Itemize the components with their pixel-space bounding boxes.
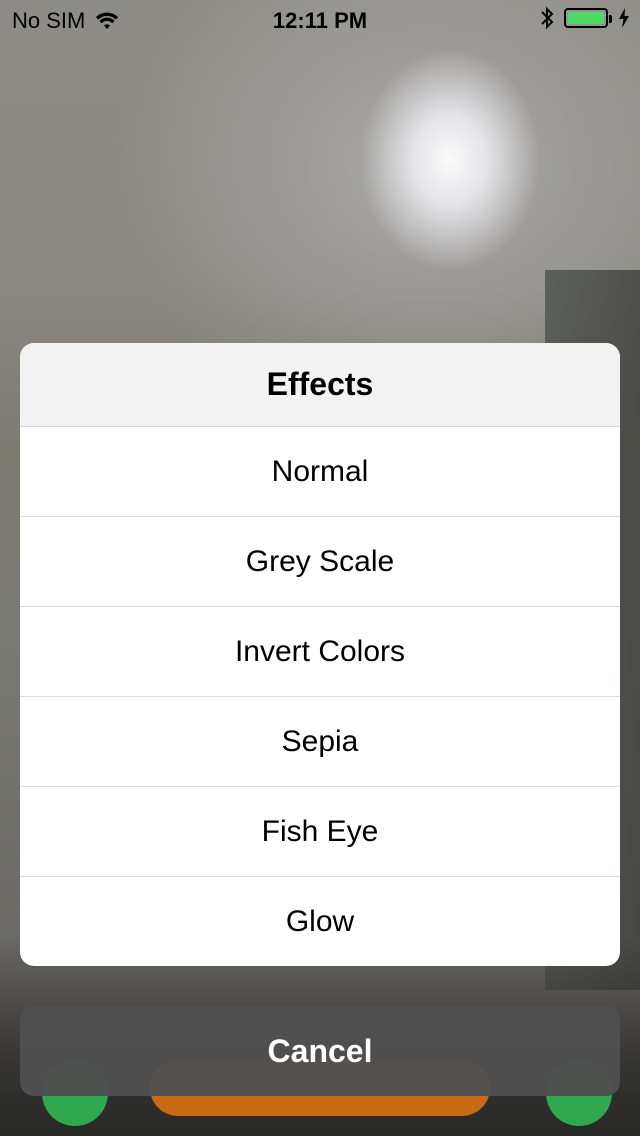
action-sheet-header: Effects	[20, 343, 620, 427]
effect-option-glow[interactable]: Glow	[20, 877, 620, 966]
effect-option-fish-eye[interactable]: Fish Eye	[20, 787, 620, 877]
bluetooth-icon	[541, 6, 554, 30]
action-sheet-title: Effects	[266, 366, 374, 402]
cancel-button[interactable]: Cancel	[20, 1006, 620, 1096]
charging-bolt-icon	[619, 8, 629, 28]
effect-option-invert-colors[interactable]: Invert Colors	[20, 607, 620, 697]
status-bar: No SIM 12:11 PM	[0, 0, 640, 40]
effect-option-sepia[interactable]: Sepia	[20, 697, 620, 787]
effect-option-normal[interactable]: Normal	[20, 427, 620, 517]
effects-action-sheet: Effects Normal Grey Scale Invert Colors …	[20, 343, 620, 966]
effect-option-grey-scale[interactable]: Grey Scale	[20, 517, 620, 607]
battery-level-fill	[568, 12, 604, 24]
battery-icon	[564, 8, 612, 28]
